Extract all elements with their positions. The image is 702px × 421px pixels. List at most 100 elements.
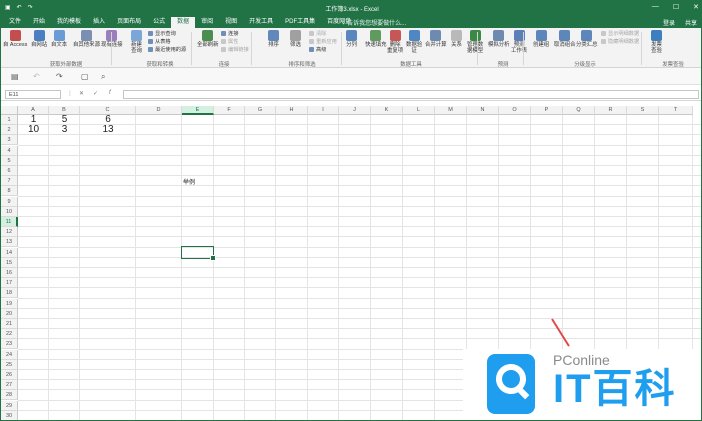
ribbon-button-5[interactable]: 新建 查询 [131,30,142,54]
undo-icon[interactable]: ↶ [33,72,40,81]
row-header[interactable]: 1 [1,115,18,125]
column-header[interactable]: P [531,106,563,115]
row-header[interactable]: 24 [1,349,18,360]
cell-a2[interactable]: 10 [18,125,49,135]
cell-c2[interactable]: 13 [80,125,136,135]
column-header[interactable]: M [435,106,467,115]
tell-me-search[interactable]: ♀ 告诉我您想要做什么... [341,18,406,27]
select-all-corner[interactable] [1,106,18,115]
row-header[interactable]: 17 [1,278,18,289]
tab-7[interactable]: 审阅 [195,17,219,28]
column-header[interactable]: J [339,106,371,115]
function-icon[interactable]: f [109,90,111,96]
from-table-button[interactable]: 从表格 [148,39,171,46]
enter-icon[interactable]: ✓ [93,90,98,97]
row-header[interactable]: 2 [1,125,18,136]
ribbon-button-14[interactable]: 关系 [451,30,462,48]
show-detail-button[interactable]: 显示明细数据 [601,31,639,38]
tab-9[interactable]: 开发工具 [243,17,279,28]
tab-8[interactable]: 视图 [219,17,243,28]
recent-sources-button[interactable]: 最近使用的源 [148,47,186,54]
row-header[interactable]: 8 [1,186,18,197]
cell-b2[interactable]: 3 [49,125,80,135]
row-header[interactable]: 19 [1,298,18,309]
column-header[interactable]: N [467,106,499,115]
ribbon-button-12[interactable]: 数据验 证 [406,30,422,54]
ribbon-button-1[interactable]: 自网站 [31,30,47,48]
row-header[interactable]: 6 [1,166,18,176]
tab-1[interactable]: 开始 [27,17,51,28]
row-header[interactable]: 14 [1,247,18,258]
ribbon-button-20[interactable]: 分类汇总 [576,30,598,48]
column-header[interactable]: D [136,106,182,115]
row-header[interactable]: 16 [1,268,18,278]
row-header[interactable]: 4 [1,145,18,156]
name-box[interactable]: E11 [5,90,61,99]
ribbon-button-3[interactable]: 自其他来源 [73,30,100,48]
cancel-icon[interactable]: ✕ [79,90,84,97]
ribbon-button-21[interactable]: 发票 查验 [651,30,662,54]
maximize-button[interactable]: ☐ [673,3,679,11]
row-header[interactable]: 10 [1,206,18,217]
row-header[interactable]: 9 [1,196,18,207]
row-header[interactable]: 11 [1,217,18,227]
tab-10[interactable]: PDF工具集 [279,17,321,28]
save-icon[interactable]: ▤ [11,72,19,81]
ribbon-button-13[interactable]: 合并计算 [425,30,447,48]
reapply-button[interactable]: 重新应用 [309,39,337,46]
clear-filter-button[interactable]: 清除 [309,31,326,38]
close-button[interactable]: ✕ [693,3,699,11]
column-header[interactable]: Q [563,106,595,115]
new-file-icon[interactable]: ▢ [81,72,89,81]
column-header[interactable]: T [659,106,693,115]
row-header[interactable]: 5 [1,155,18,166]
connections-button[interactable]: 连接 [221,31,238,38]
advanced-filter-button[interactable]: 高级 [309,47,326,54]
row-header[interactable]: 25 [1,359,18,370]
ribbon-button-11[interactable]: 删除 重复项 [387,30,403,54]
row-header[interactable]: 29 [1,400,18,411]
tab-5[interactable]: 公式 [147,17,171,28]
ribbon-button-2[interactable]: 自文本 [51,30,67,48]
ribbon-button-10[interactable]: 快速填充 [365,30,387,48]
ribbon-button-16[interactable]: 模拟分析 [488,30,510,48]
tab-0[interactable]: 文件 [3,17,27,28]
minimize-button[interactable]: — [652,3,659,11]
row-header[interactable]: 23 [1,339,18,350]
column-header[interactable]: G [245,106,276,115]
column-header[interactable]: F [214,106,245,115]
row-header[interactable]: 18 [1,288,18,299]
formula-input[interactable] [123,90,699,99]
column-header[interactable]: I [308,106,339,115]
properties-button[interactable]: 属性 [221,39,238,46]
column-header[interactable]: R [595,106,627,115]
ribbon-button-8[interactable]: 筛选 [290,30,301,48]
ribbon-button-15[interactable]: 管理数 据模型 [467,30,483,54]
tab-4[interactable]: 页面布局 [111,17,147,28]
row-header[interactable]: 12 [1,227,18,238]
column-header[interactable]: L [403,106,435,115]
row-header[interactable]: 7 [1,176,18,187]
row-header[interactable]: 13 [1,237,18,248]
row-header[interactable]: 20 [1,308,18,319]
tab-6[interactable]: 数据 [171,17,196,28]
row-header[interactable]: 3 [1,135,18,146]
row-header[interactable]: 22 [1,329,18,340]
column-header[interactable]: E [182,106,214,115]
column-header[interactable]: K [371,106,403,115]
ribbon-button-19[interactable]: 取消组合 [554,30,576,48]
ribbon-button-7[interactable]: 排序 [268,30,279,48]
row-header[interactable]: 27 [1,380,18,391]
tab-2[interactable]: 我的模板 [51,17,87,28]
column-header[interactable]: O [499,106,531,115]
ribbon-button-17[interactable]: 预测 工作表 [511,30,527,54]
hide-detail-button[interactable]: 隐藏明细数据 [601,39,639,46]
column-header[interactable]: H [276,106,308,115]
edit-links-button[interactable]: 编辑链接 [221,47,249,54]
column-header[interactable]: S [627,106,659,115]
tab-3[interactable]: 插入 [87,17,111,28]
ribbon-button-9[interactable]: 分列 [346,30,357,48]
row-header[interactable]: 21 [1,319,18,329]
cell-e7[interactable]: 举例 [183,178,215,188]
show-query-button[interactable]: 显示查询 [148,31,176,38]
